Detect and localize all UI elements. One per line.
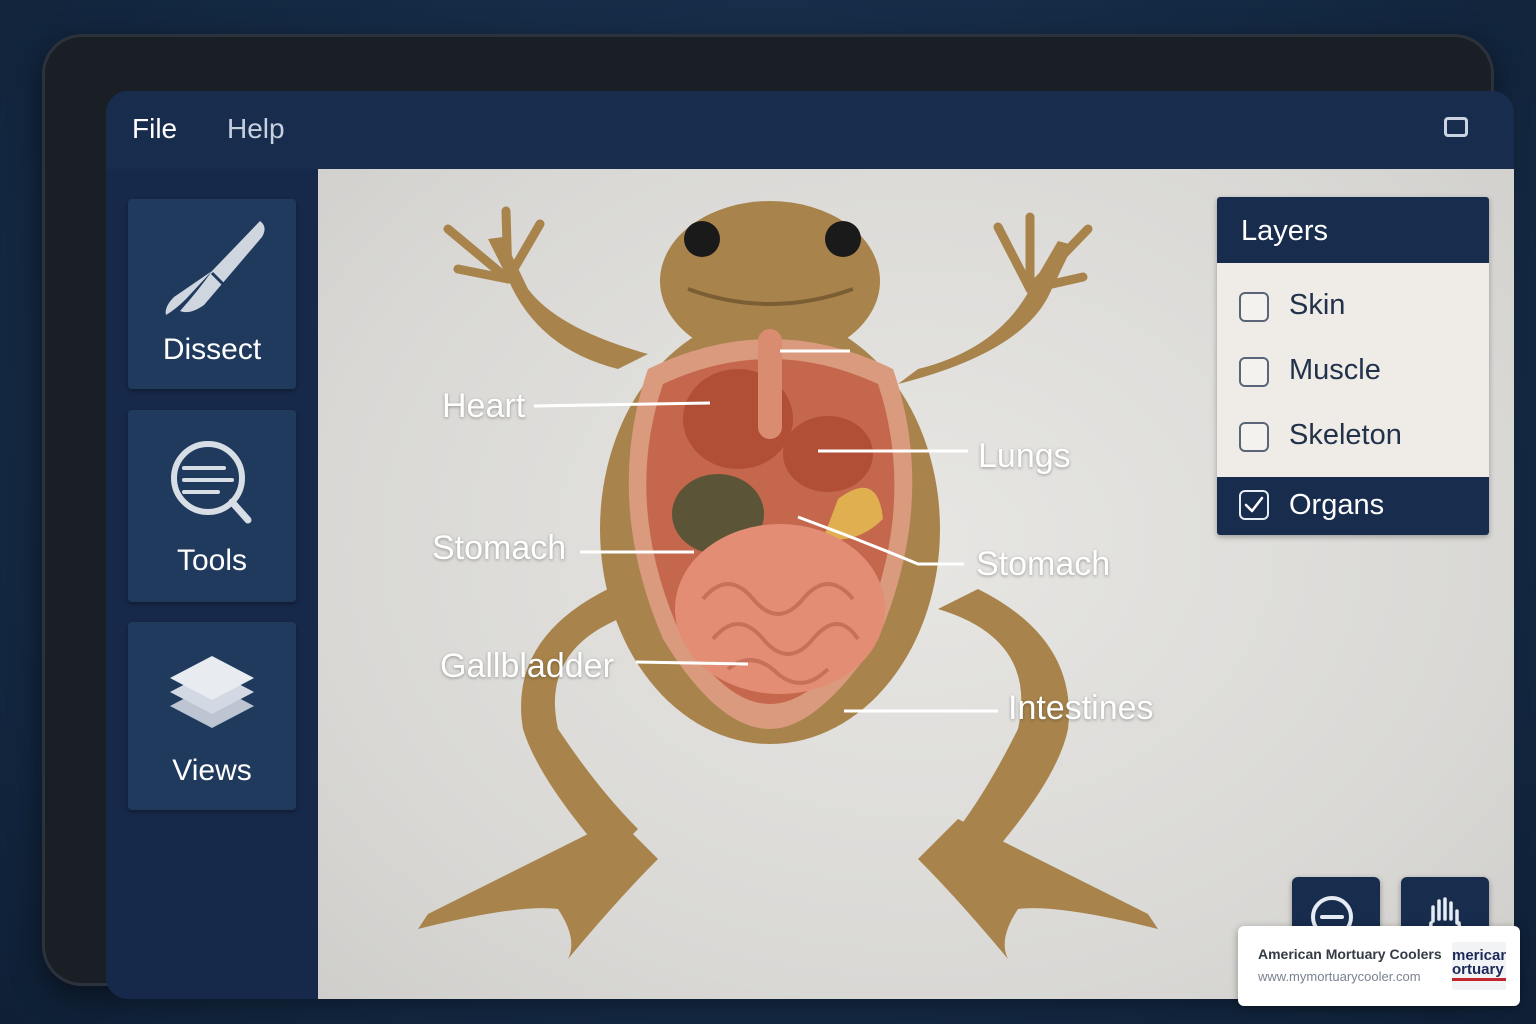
layer-checkbox-organs[interactable] bbox=[1239, 490, 1269, 520]
menu-help[interactable]: Help bbox=[227, 113, 285, 145]
tools-button[interactable]: Tools bbox=[128, 410, 296, 602]
sidebar: Dissect Tools Views bbox=[106, 169, 318, 999]
watermark-url: www.mymortuarycooler.com bbox=[1258, 969, 1421, 984]
callout-heart: Heart bbox=[442, 387, 526, 425]
watermark-logo: merican ortuary bbox=[1452, 942, 1506, 990]
callout-gallbladder: Gallbladder bbox=[440, 647, 614, 685]
watermark-name: American Mortuary Coolers bbox=[1258, 946, 1442, 962]
layer-checkbox-muscle[interactable] bbox=[1239, 357, 1269, 387]
layers-panel-title: Layers bbox=[1217, 197, 1489, 263]
callout-lungs: Lungs bbox=[978, 437, 1071, 475]
layer-label-organs: Organs bbox=[1289, 489, 1385, 521]
layers-panel: Layers Skin Muscle Skeleton Organs bbox=[1217, 197, 1489, 535]
dissect-button[interactable]: Dissect bbox=[128, 199, 296, 389]
watermark-logo-bar bbox=[1452, 978, 1506, 981]
layer-checkbox-skin[interactable] bbox=[1239, 292, 1269, 322]
layers-title-text: Layers bbox=[1241, 215, 1329, 247]
menu-bar: File Help bbox=[106, 91, 1514, 169]
app-window: File Help Dissect Tools Views Heart Lung… bbox=[106, 91, 1514, 999]
layer-row-skin[interactable]: Skin bbox=[1217, 275, 1489, 339]
callout-stomach-left: Stomach bbox=[432, 529, 567, 567]
layer-row-skeleton[interactable]: Skeleton bbox=[1217, 405, 1489, 469]
checkmark-icon bbox=[1244, 496, 1264, 513]
watermark-logo-line2: ortuary bbox=[1452, 961, 1504, 978]
tools-label: Tools bbox=[176, 544, 248, 577]
dissect-label: Dissect bbox=[162, 333, 262, 366]
tablet-frame: File Help Dissect Tools Views Heart Lung… bbox=[42, 34, 1514, 999]
watermark-badge: American Mortuary Coolers www.mymortuary… bbox=[1238, 926, 1520, 1006]
layer-label-muscle: Muscle bbox=[1289, 354, 1381, 386]
views-button[interactable]: Views bbox=[128, 622, 296, 810]
views-label: Views bbox=[172, 754, 252, 787]
layer-row-organs[interactable]: Organs bbox=[1217, 477, 1489, 535]
callout-intestines: Intestines bbox=[1008, 689, 1154, 727]
layer-label-skeleton: Skeleton bbox=[1289, 419, 1402, 451]
magnifier-icon bbox=[171, 441, 252, 524]
layer-row-muscle[interactable]: Muscle bbox=[1217, 340, 1489, 404]
menu-file[interactable]: File bbox=[132, 113, 177, 145]
maximize-icon[interactable] bbox=[1444, 117, 1468, 137]
dissection-canvas[interactable]: Heart Lungs Stomach Stomach Gallbladder … bbox=[318, 169, 1514, 999]
layer-checkbox-skeleton[interactable] bbox=[1239, 422, 1269, 452]
layer-label-skin: Skin bbox=[1289, 289, 1346, 321]
scalpel-icon bbox=[165, 221, 265, 315]
callout-stomach-right: Stomach bbox=[976, 545, 1111, 583]
layers-stack-icon bbox=[170, 656, 254, 728]
